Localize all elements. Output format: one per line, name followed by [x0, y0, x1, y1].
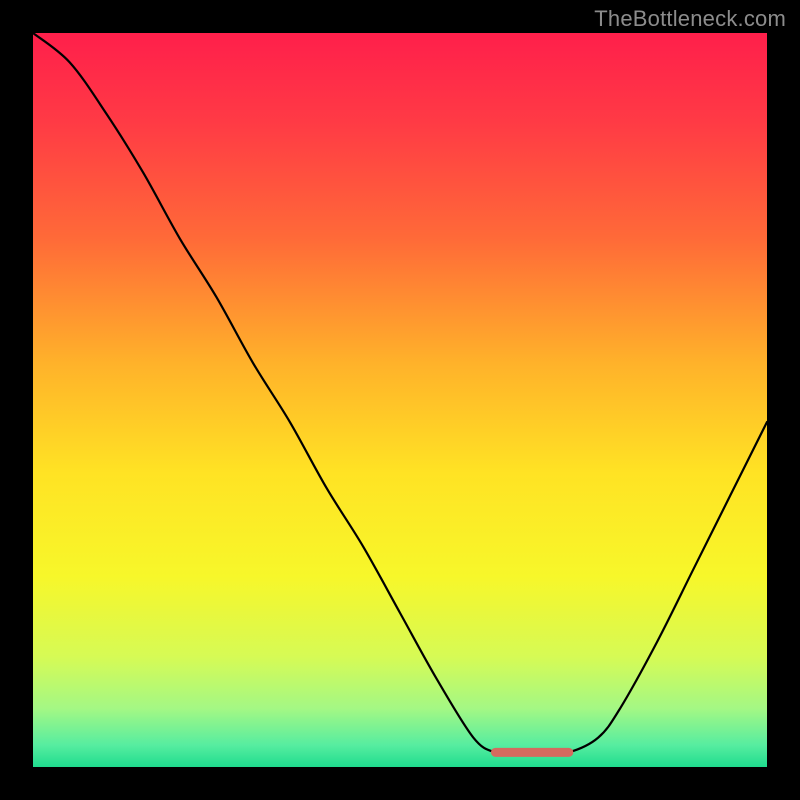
watermark-text: TheBottleneck.com [594, 6, 786, 32]
curve-layer [33, 33, 767, 767]
chart-frame: TheBottleneck.com [0, 0, 800, 800]
plot-area [33, 33, 767, 767]
bottleneck-curve [33, 33, 767, 753]
